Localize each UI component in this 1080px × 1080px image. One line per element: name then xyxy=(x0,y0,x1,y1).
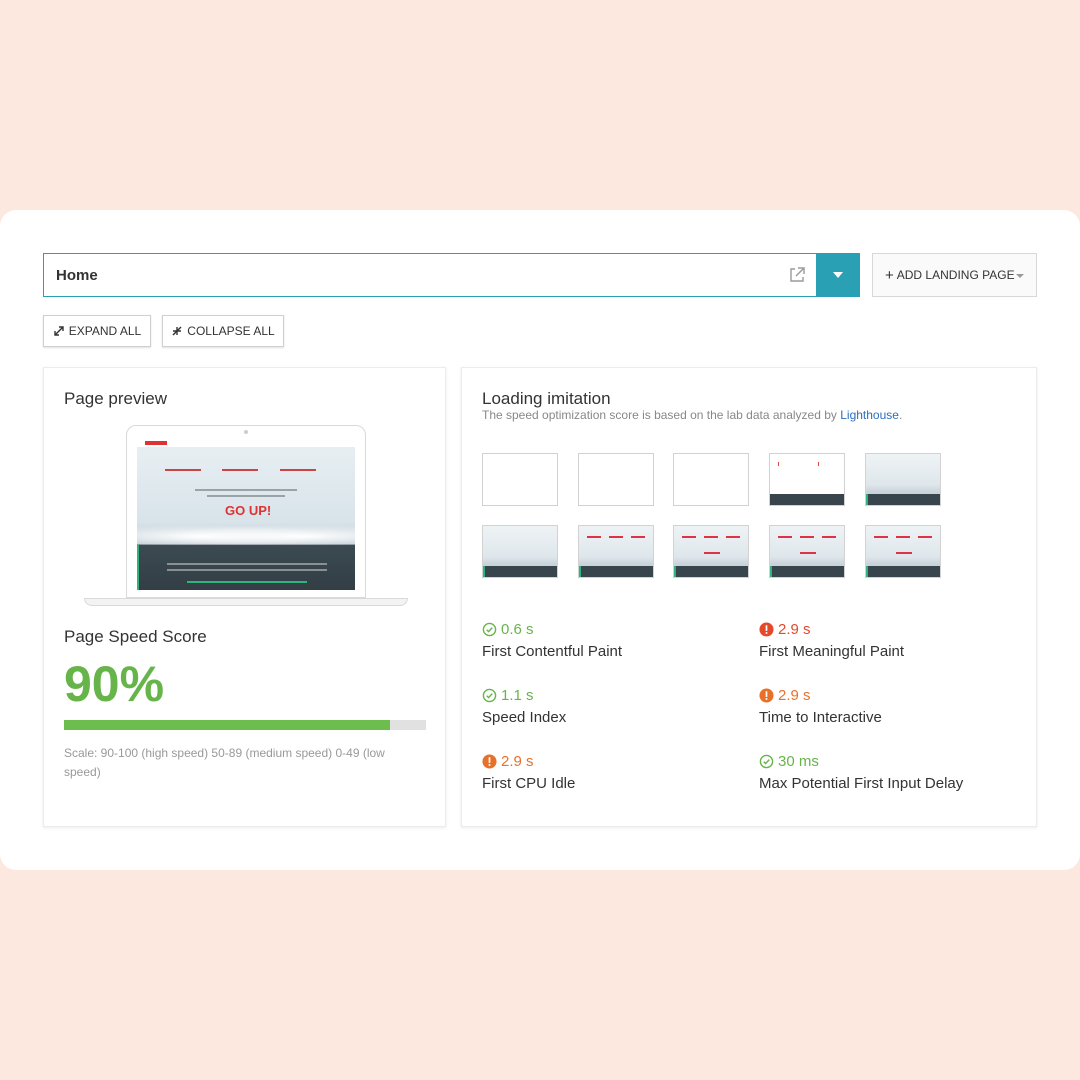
expand-all-label: EXPAND ALL xyxy=(68,324,142,338)
metric-label: First Contentful Paint xyxy=(482,643,623,660)
page-speed-score-value: 90% xyxy=(64,656,165,712)
laptop-preview: GO UP! xyxy=(84,425,408,609)
collapse-all-button[interactable]: COLLAPSE ALL xyxy=(162,315,284,347)
metric-first-meaningful-paint: 2.9 s First Meaningful Paint xyxy=(759,621,1019,660)
score-progress-fill xyxy=(64,720,390,730)
loading-frame-8 xyxy=(673,525,749,578)
add-landing-page-label: ADD LANDING PAGE xyxy=(896,268,1015,282)
metric-first-cpu-idle: 2.9 s First CPU Idle xyxy=(482,753,742,792)
laptop-camera xyxy=(244,430,248,434)
loading-frame-6 xyxy=(482,525,558,578)
loading-frame-5 xyxy=(865,453,941,506)
page-speed-score-title: Page Speed Score xyxy=(64,627,207,646)
metric-value: 30 ms xyxy=(778,753,819,770)
loading-frame-2 xyxy=(578,453,654,506)
external-link-icon[interactable] xyxy=(788,266,806,284)
score-scale-text: Scale: 90-100 (high speed) 50-89 (medium… xyxy=(64,746,385,779)
alert-circle-icon xyxy=(759,688,774,703)
alert-circle-icon xyxy=(759,622,774,637)
add-landing-page-button[interactable]: + ADD LANDING PAGE xyxy=(872,253,1037,297)
metric-value: 2.9 s xyxy=(778,621,811,638)
page-select[interactable]: Home xyxy=(43,253,816,297)
metric-label: First CPU Idle xyxy=(482,775,576,792)
metric-value: 2.9 s xyxy=(778,687,811,704)
plus-icon: + xyxy=(885,266,894,284)
loading-frame-7 xyxy=(578,525,654,578)
page-select-value: Home xyxy=(56,266,98,284)
laptop-base xyxy=(84,598,408,606)
page-preview-title: Page preview xyxy=(64,389,168,408)
collapse-all-label: COLLAPSE ALL xyxy=(187,324,275,338)
alert-circle-icon xyxy=(482,754,497,769)
page-preview-panel: Page preview GO UP! Page Speed Score 90%… xyxy=(43,367,446,827)
loading-frame-4 xyxy=(769,453,845,506)
metric-time-to-interactive: 2.9 s Time to Interactive xyxy=(759,687,1019,726)
loading-frame-10 xyxy=(865,525,941,578)
check-circle-icon xyxy=(482,688,497,703)
metric-label: Time to Interactive xyxy=(759,709,882,726)
metric-first-contentful-paint: 0.6 s First Contentful Paint xyxy=(482,621,742,660)
metric-label: First Meaningful Paint xyxy=(759,643,905,660)
collapse-icon xyxy=(172,326,182,336)
check-circle-icon xyxy=(482,622,497,637)
metric-value: 1.1 s xyxy=(501,687,534,704)
speed-card: Home + ADD LANDING PAGE EXPAND ALL COLLA… xyxy=(0,210,1080,870)
expand-icon xyxy=(54,326,64,336)
metric-speed-index: 1.1 s Speed Index xyxy=(482,687,742,726)
loading-imitation-title: Loading imitation xyxy=(482,389,611,408)
loading-frame-9 xyxy=(769,525,845,578)
loading-imitation-subtitle: The speed optimization score is based on… xyxy=(482,408,903,422)
metric-label: Speed Index xyxy=(482,709,567,726)
loading-frame-3 xyxy=(673,453,749,506)
metric-value: 0.6 s xyxy=(501,621,534,638)
metric-label: Max Potential First Input Delay xyxy=(759,775,964,792)
expand-all-button[interactable]: EXPAND ALL xyxy=(43,315,151,347)
page-preview-screenshot: GO UP! xyxy=(137,439,355,590)
chevron-down-icon xyxy=(1016,274,1024,278)
preview-go-up-text: GO UP! xyxy=(225,503,272,518)
loading-imitation-panel: Loading imitation The speed optimization… xyxy=(461,367,1037,827)
page-dropdown-button[interactable] xyxy=(816,253,860,297)
lighthouse-link[interactable]: Lighthouse xyxy=(840,408,899,422)
metric-value: 2.9 s xyxy=(501,753,534,770)
loading-frame-1 xyxy=(482,453,558,506)
check-circle-icon xyxy=(759,754,774,769)
score-progress-bar xyxy=(64,720,426,730)
metric-max-potential-fid: 30 ms Max Potential First Input Delay xyxy=(759,753,1019,792)
caret-down-icon xyxy=(833,272,843,278)
